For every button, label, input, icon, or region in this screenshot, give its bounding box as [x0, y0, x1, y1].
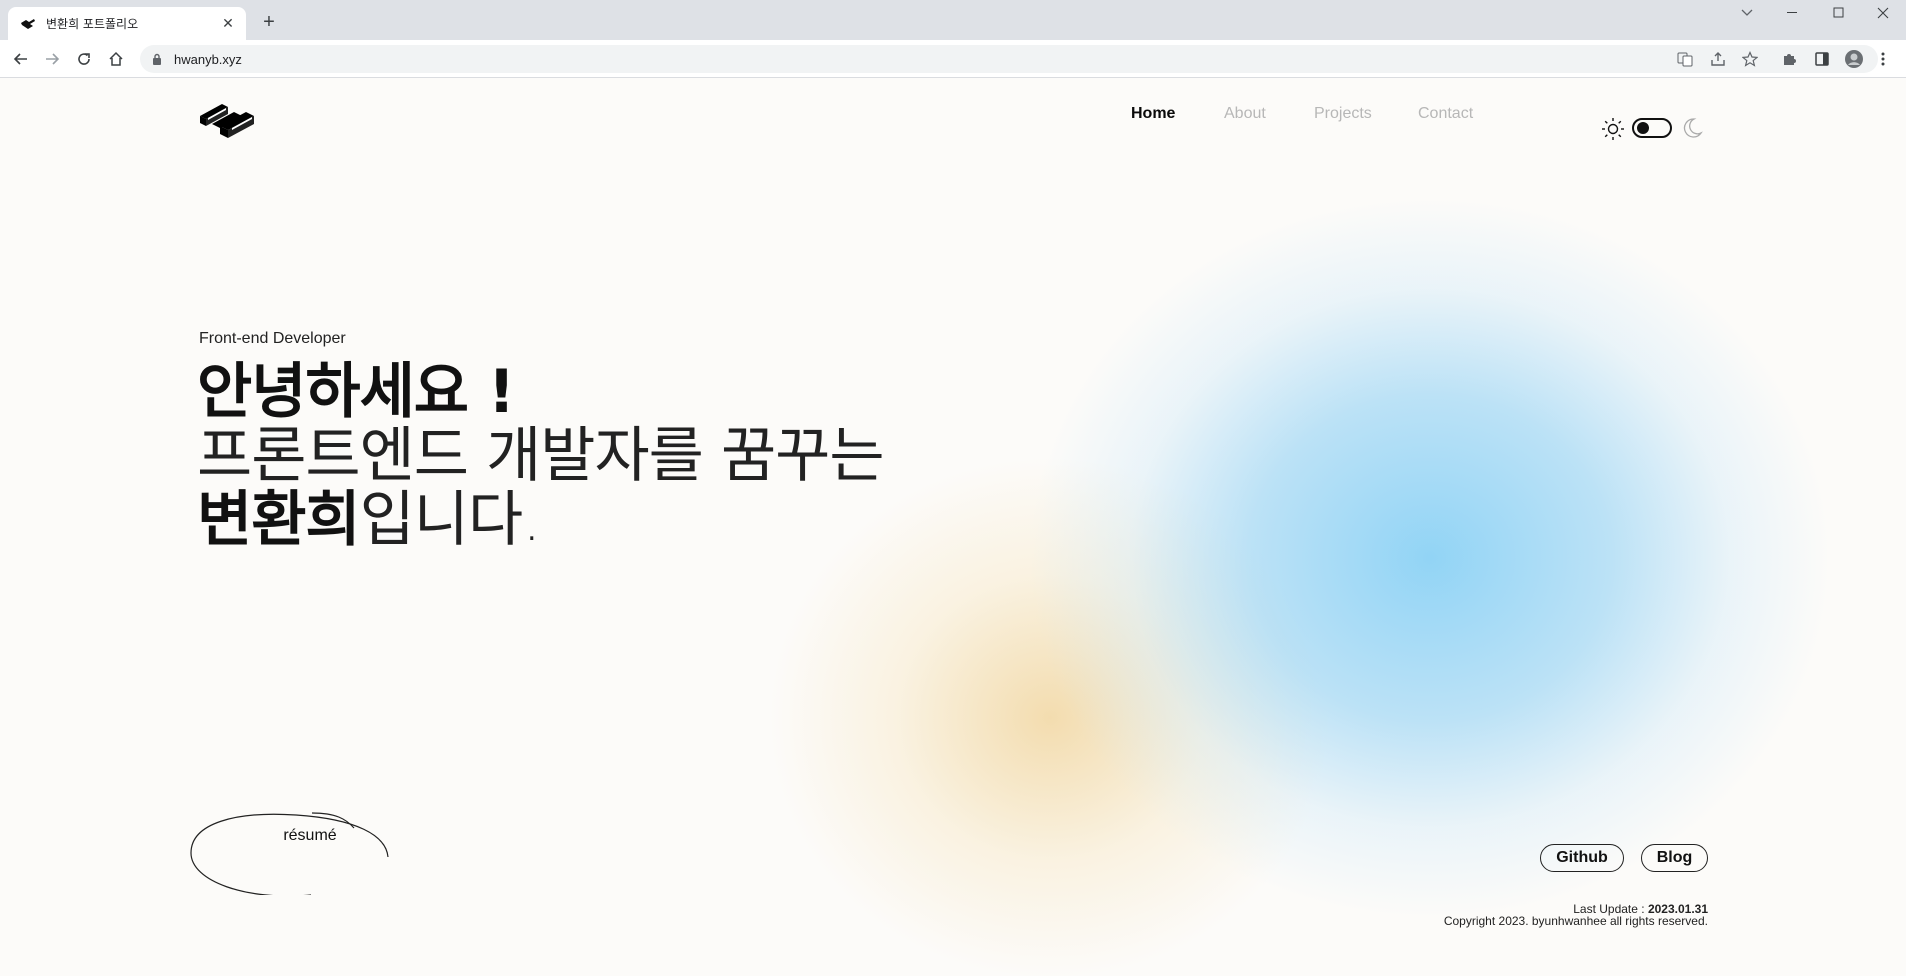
portfolio-page: Home About Projects Contact Front-end De…: [0, 78, 1906, 976]
hero-name: 변환희: [197, 485, 361, 555]
hero-heading: 안녕하세요 ! 프론트엔드 개발자를 꿈꾸는 변환희입니다.: [197, 357, 885, 552]
back-arrow-icon[interactable]: [8, 46, 34, 72]
site-favicon-icon: [20, 16, 36, 32]
browser-tab[interactable]: 변환희 포트폴리오 ✕: [8, 7, 246, 40]
tab-close-icon[interactable]: ✕: [220, 15, 236, 32]
resume-label: résumé: [283, 827, 337, 844]
tab-search-icon[interactable]: [1724, 0, 1770, 26]
home-icon[interactable]: [103, 46, 129, 72]
sun-icon[interactable]: [1601, 117, 1625, 141]
reload-icon[interactable]: [71, 46, 97, 72]
translate-icon[interactable]: [1674, 48, 1696, 70]
hero-line2: 프론트엔드 개발자를 꿈꾸는: [197, 421, 885, 491]
minimize-button[interactable]: [1770, 0, 1816, 26]
moon-icon[interactable]: [1681, 117, 1703, 139]
browser-toolbar: hwanyb.xyz: [0, 40, 1906, 78]
maximize-button[interactable]: [1816, 0, 1862, 26]
side-panel-icon[interactable]: [1811, 48, 1833, 70]
tab-title: 변환희 포트폴리오: [46, 17, 139, 31]
gradient-blob-blue: [1030, 198, 1830, 918]
address-bar[interactable]: hwanyb.xyz: [140, 45, 1878, 73]
url-text: hwanyb.xyz: [174, 51, 242, 67]
bookmark-star-icon[interactable]: [1739, 48, 1761, 70]
profile-avatar[interactable]: [1843, 48, 1865, 70]
hero-subtitle: Front-end Developer: [199, 330, 346, 347]
blog-link-button[interactable]: Blog: [1641, 844, 1708, 872]
browser-tabstrip: 변환희 포트폴리오 ✕ +: [0, 0, 1906, 40]
nav-home[interactable]: Home: [1131, 105, 1175, 123]
lock-icon[interactable]: [152, 52, 164, 66]
copyright-text: Copyright 2023. byunhwanhee all rights r…: [1443, 914, 1708, 928]
hero-line3-suffix: 입니다.: [359, 485, 542, 555]
close-window-button[interactable]: [1860, 0, 1906, 26]
forward-arrow-icon[interactable]: [39, 46, 65, 72]
extensions-icon[interactable]: [1778, 48, 1800, 70]
nav-contact[interactable]: Contact: [1418, 105, 1473, 123]
toggle-knob: [1637, 122, 1649, 134]
resume-button[interactable]: résumé: [186, 783, 414, 895]
site-logo[interactable]: [198, 100, 262, 142]
theme-toggle-switch[interactable]: [1632, 118, 1672, 138]
menu-kebab-icon[interactable]: [1872, 48, 1894, 70]
hero-greeting: 안녕하세요 !: [197, 357, 515, 427]
new-tab-button[interactable]: +: [258, 11, 280, 33]
nav-about[interactable]: About: [1224, 105, 1266, 123]
hero-line3: 변환희입니다.: [197, 488, 884, 552]
share-icon[interactable]: [1707, 48, 1729, 70]
nav-projects[interactable]: Projects: [1314, 105, 1372, 123]
github-link-button[interactable]: Github: [1540, 844, 1624, 872]
